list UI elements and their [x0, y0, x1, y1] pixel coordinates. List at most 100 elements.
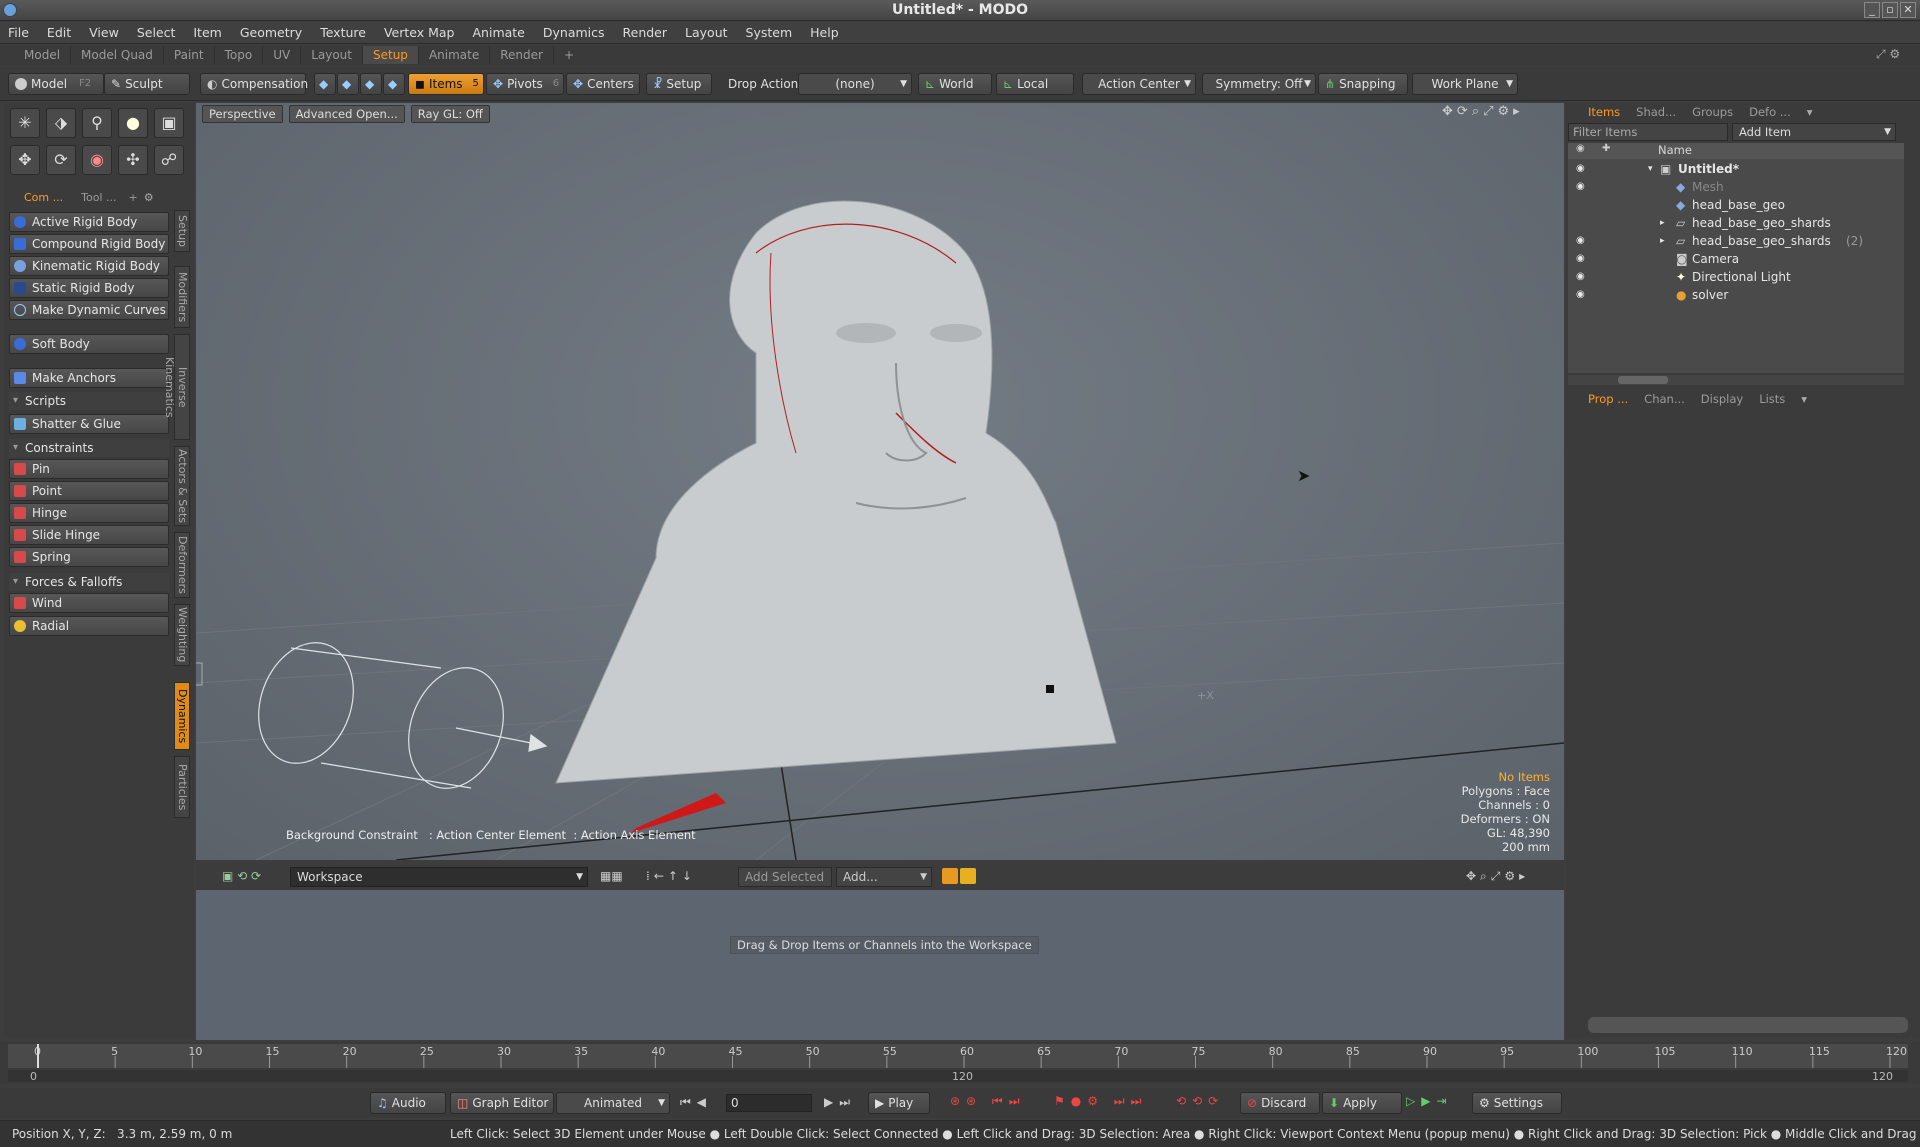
graph-editor-button[interactable]: ◫ Graph Editor: [450, 1092, 554, 1114]
raygl-toggle[interactable]: Ray GL: Off: [410, 105, 490, 123]
menu-dynamics[interactable]: Dynamics: [543, 25, 605, 40]
setup-button[interactable]: ☧ Setup: [646, 73, 712, 95]
tab-channels[interactable]: Chan...: [1636, 392, 1693, 406]
minimize-icon[interactable]: _: [1864, 2, 1880, 18]
tab-deformers[interactable]: Defo ...: [1741, 105, 1799, 119]
tab-model[interactable]: Model: [14, 46, 72, 64]
sim-play-icons[interactable]: ▷▶⇥: [1406, 1094, 1453, 1108]
rotate-view-icon[interactable]: ⟳: [1457, 104, 1472, 119]
pivots-button[interactable]: ✥ Pivots 6: [486, 73, 564, 95]
menu-system[interactable]: System: [746, 25, 793, 40]
drop-action-dropdown[interactable]: (none) ▼: [798, 73, 912, 95]
gear-icon[interactable]: ⚙: [1498, 104, 1514, 119]
add-dropdown[interactable]: Add... ▼: [836, 867, 932, 887]
forces-section-header[interactable]: Forces & Falloffs: [9, 573, 169, 591]
light-tool-icon[interactable]: ●: [118, 108, 148, 138]
menu-edit[interactable]: Edit: [47, 25, 71, 40]
maximize-icon[interactable]: ▫: [1882, 2, 1898, 18]
model-button[interactable]: Model F2: [8, 73, 104, 95]
perspective-dropdown[interactable]: Perspective: [202, 105, 283, 123]
timeline-ruler[interactable]: 0 5 10 15 20 25 30 35 40 45 50 55 60 65 70 75 80 85 90 95 10…: [0, 1042, 1920, 1084]
eye-icon[interactable]: ◉: [1576, 178, 1585, 196]
scale-tool-icon[interactable]: ◉: [82, 145, 112, 175]
tab-setup[interactable]: Setup: [363, 46, 419, 64]
tree-row-mesh[interactable]: ◉ ◆ Mesh: [1568, 178, 1898, 196]
3d-viewport[interactable]: +X: [196, 103, 1564, 860]
camera-tool-icon[interactable]: ▣: [154, 108, 184, 138]
layout-expand-icon[interactable]: ⤢ ⚙: [1876, 47, 1900, 62]
animated-dropdown[interactable]: Animated ▼: [556, 1092, 670, 1114]
tab-shader-tree[interactable]: Shad...: [1628, 105, 1684, 119]
eye-icon[interactable]: ◉: [1576, 268, 1585, 286]
tab-add[interactable]: +: [554, 46, 584, 64]
tab-animate[interactable]: Animate: [419, 46, 491, 64]
wind-force-button[interactable]: Wind: [9, 593, 169, 613]
vtab-inverse-kinematics[interactable]: Inverse Kinematics: [163, 334, 190, 440]
tree-row-shards-2[interactable]: ◉ ▸ ▱ head_base_geo_shards (2): [1568, 232, 1898, 250]
menu-layout[interactable]: Layout: [685, 25, 728, 40]
play-button[interactable]: ▶ Play: [868, 1092, 930, 1114]
menu-file[interactable]: File: [8, 25, 29, 40]
make-dynamic-curves-button[interactable]: Make Dynamic Curves: [9, 300, 169, 320]
spring-constraint-button[interactable]: Spring: [9, 547, 169, 567]
menu-vertex-map[interactable]: Vertex Map: [384, 25, 455, 40]
select-edges-button[interactable]: ◆: [337, 73, 359, 95]
action-center-dropdown[interactable]: Action Center ▼: [1082, 73, 1196, 95]
slide-hinge-constraint-button[interactable]: Slide Hinge: [9, 525, 169, 545]
make-anchors-button[interactable]: Make Anchors: [9, 368, 169, 388]
move-tool-icon[interactable]: ✥: [10, 145, 40, 175]
expand-icon[interactable]: ▸: [1660, 214, 1665, 232]
scripts-section-header[interactable]: Scripts: [9, 392, 169, 410]
tab-layout[interactable]: Layout: [301, 46, 363, 64]
timeline[interactable]: 0 5 10 15 20 25 30 35 40 45 50 55 60 65 70 75 80 85 90 95 10…: [0, 1042, 1920, 1084]
pin-tool-icon[interactable]: ⚲: [82, 108, 112, 138]
tab-properties[interactable]: Prop ...: [1580, 392, 1636, 406]
key-alt-icon[interactable]: [960, 868, 976, 884]
eye-icon[interactable]: ◉: [1576, 250, 1585, 268]
tree-row-camera[interactable]: ◉ ◙ Camera: [1568, 250, 1898, 268]
duplicate-tool-icon[interactable]: ⬗: [46, 108, 76, 138]
name-column-header[interactable]: Name: [1658, 143, 1692, 157]
point-constraint-button[interactable]: Point: [9, 481, 169, 501]
pan-icon[interactable]: ✥: [1442, 104, 1457, 119]
scrollbar-thumb[interactable]: [1618, 376, 1668, 384]
settings-button[interactable]: ⚙ Settings: [1472, 1092, 1562, 1114]
menu-help[interactable]: Help: [810, 25, 839, 40]
workspace-view-icons[interactable]: ✥⌕⤢⚙▸: [1466, 869, 1529, 884]
expand-icon[interactable]: ▾: [1648, 160, 1653, 178]
workspace-area[interactable]: Drag & Drop Items or Channels into the W…: [196, 890, 1564, 1040]
close-icon[interactable]: ✕: [1900, 2, 1916, 18]
menu-animate[interactable]: Animate: [473, 25, 525, 40]
eye-icon[interactable]: ◉: [1576, 232, 1585, 250]
static-rigid-body-button[interactable]: Static Rigid Body: [9, 278, 169, 298]
transport-rewind-icons[interactable]: ⏮◀: [680, 1095, 712, 1110]
centers-button[interactable]: ✥ Centers: [566, 73, 640, 95]
tab-render[interactable]: Render: [490, 46, 554, 64]
active-rigid-body-button[interactable]: Active Rigid Body: [9, 212, 169, 232]
zoom-icon[interactable]: ⌕: [1472, 104, 1483, 119]
eye-icon[interactable]: ◉: [1576, 286, 1585, 304]
tab-model-quad[interactable]: Model Quad: [71, 46, 164, 64]
select-vertices-button[interactable]: ◆: [314, 73, 336, 95]
constraints-section-header[interactable]: Constraints: [9, 439, 169, 457]
tree-row-shards[interactable]: ▸ ▱ head_base_geo_shards: [1568, 214, 1898, 232]
vtab-weighting[interactable]: Weighting: [174, 604, 190, 666]
menu-render[interactable]: Render: [623, 25, 668, 40]
shatter-glue-button[interactable]: Shatter & Glue: [9, 414, 169, 434]
command-input[interactable]: [1588, 1017, 1908, 1033]
workspace-nav-icons[interactable]: ⁞←↑↓: [646, 869, 696, 883]
vtab-modifiers[interactable]: Modifiers: [174, 266, 190, 328]
add-selected-button[interactable]: Add Selected: [738, 867, 832, 887]
record-icons[interactable]: ⚑●⚙ ⏭⏭: [1054, 1094, 1147, 1109]
gear-icon[interactable]: ⚙: [144, 191, 154, 204]
hinge-constraint-button[interactable]: Hinge: [9, 503, 169, 523]
pin-constraint-button[interactable]: Pin: [9, 459, 169, 479]
tree-row-solver[interactable]: ◉ ● solver: [1568, 286, 1898, 304]
compensation-button[interactable]: ◐ Compensation: [200, 73, 308, 95]
vtab-dynamics[interactable]: Dynamics: [174, 682, 190, 750]
menu-view[interactable]: View: [89, 25, 119, 40]
items-mode-button[interactable]: ◼ Items 5: [408, 73, 484, 95]
local-button[interactable]: ⊾ Local: [996, 73, 1074, 95]
select-materials-button[interactable]: ◆: [383, 73, 405, 95]
chevron-down-icon[interactable]: ▾: [1799, 105, 1821, 119]
